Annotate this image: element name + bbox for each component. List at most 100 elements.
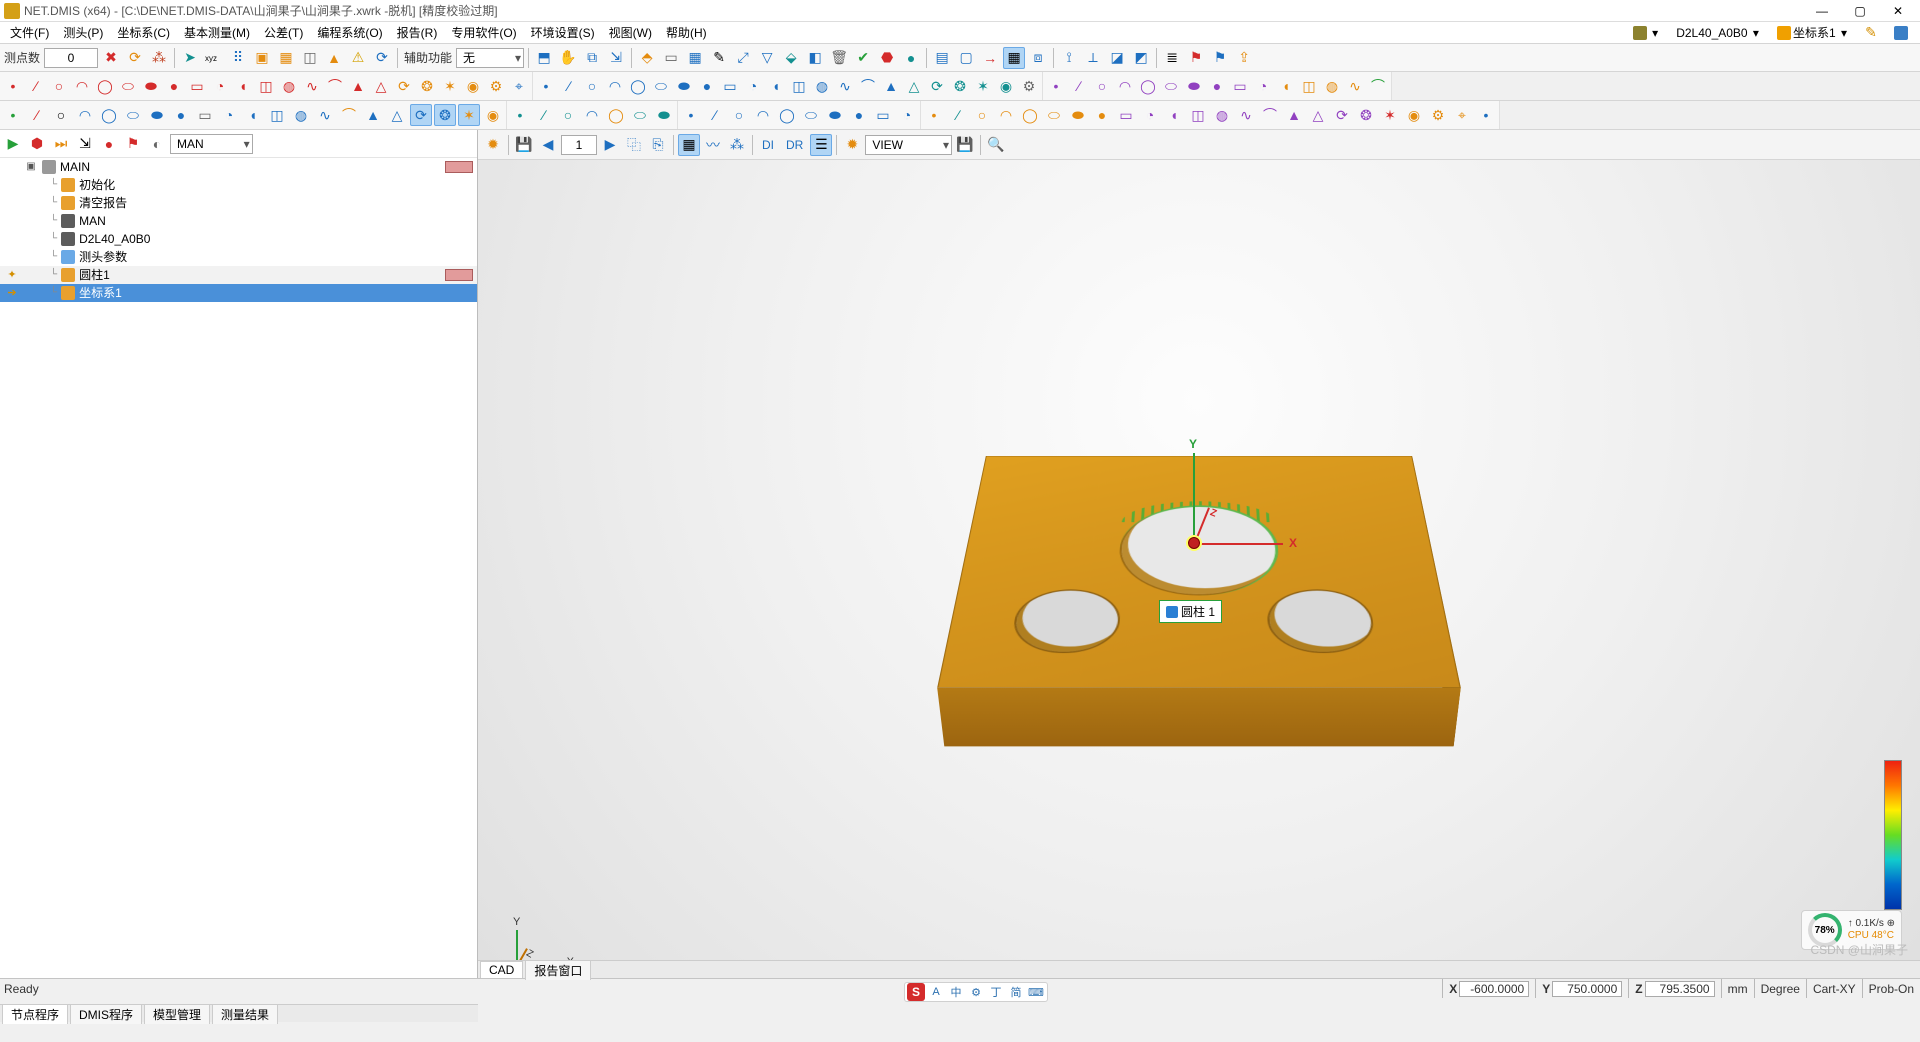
save2-icon[interactable]: 💾 — [954, 134, 976, 156]
cluster2-icon[interactable]: ⁂ — [726, 134, 748, 156]
intx-icon[interactable]: ● — [1091, 104, 1113, 126]
dim-ln-icon[interactable]: ∕ — [1068, 75, 1090, 97]
cone-c-icon[interactable]: ◖ — [1275, 75, 1297, 97]
blob-icon[interactable]: ✶ — [439, 75, 461, 97]
cs-7-icon[interactable]: ◖ — [242, 104, 264, 126]
prof1-icon[interactable]: ⌒ — [1259, 104, 1281, 126]
flag-icon[interactable]: ⚑ — [1185, 47, 1207, 69]
cube-icon[interactable]: ◫ — [255, 75, 277, 97]
sphere-mode-icon[interactable]: ◐ — [146, 133, 168, 155]
paste-view-icon[interactable]: ⎘ — [647, 134, 669, 156]
pos-icon[interactable]: △ — [1307, 104, 1329, 126]
menu-item-10[interactable]: 帮助(H) — [660, 22, 713, 43]
conc1-icon[interactable]: ◫ — [1187, 104, 1209, 126]
dim-line-icon[interactable]: ∕ — [558, 75, 580, 97]
status-unit-deg[interactable]: Degree — [1754, 979, 1806, 998]
box-icon[interactable]: ▣ — [251, 47, 273, 69]
ang-icon[interactable]: ◠ — [995, 104, 1017, 126]
arc-b-icon[interactable]: ◠ — [604, 75, 626, 97]
line-icon[interactable]: ∕ — [25, 75, 47, 97]
skip-icon[interactable]: ⏭ — [50, 133, 72, 155]
db-t-icon[interactable]: ∕ — [533, 104, 555, 126]
cs-3-icon[interactable]: ⬭ — [122, 104, 144, 126]
arc-c-icon[interactable]: ◠ — [1114, 75, 1136, 97]
shell2-icon[interactable]: ∕ — [704, 104, 726, 126]
close-button[interactable]: ✕ — [1880, 4, 1916, 18]
copy-view-icon[interactable]: ⿻ — [623, 134, 645, 156]
cone-v-icon[interactable]: ▽ — [756, 47, 778, 69]
circ-c-icon[interactable]: △ — [903, 75, 925, 97]
sphere-icon[interactable]: ● — [163, 75, 185, 97]
overlay-a-icon[interactable]: ▦ — [678, 134, 700, 156]
slot-e-icon[interactable]: ⬬ — [1183, 75, 1205, 97]
shell6-icon[interactable]: ⬭ — [800, 104, 822, 126]
cube-icon[interactable]: ◫ — [299, 47, 321, 69]
cs-6-icon[interactable]: ◔ — [218, 104, 240, 126]
point-icon[interactable]: • — [2, 75, 24, 97]
cone-b-icon[interactable]: ∿ — [834, 75, 856, 97]
ime-btn-6[interactable]: ⌨ — [1027, 983, 1045, 1001]
label-icon[interactable]: ◉ — [1403, 104, 1425, 126]
init-icon[interactable]: • — [2, 104, 24, 126]
rect-d-icon[interactable]: ○ — [971, 104, 993, 126]
ell-b-icon[interactable]: ◯ — [627, 75, 649, 97]
maximize-button[interactable]: ▢ — [1842, 4, 1878, 18]
cad-model[interactable] — [937, 456, 1461, 688]
box-v-icon[interactable]: ◧ — [804, 47, 826, 69]
measure-tool-icon[interactable]: ⇲ — [74, 133, 96, 155]
ime-btn-2[interactable]: 中 — [947, 983, 965, 1001]
drum-icon[interactable]: ○ — [557, 104, 579, 126]
cyl-c-icon[interactable]: ◔ — [1252, 75, 1274, 97]
dotgrid-icon[interactable]: ⠿ — [227, 47, 249, 69]
shell-icon[interactable]: ⌒ — [1367, 75, 1389, 97]
iso-b-icon[interactable]: ◩ — [1130, 47, 1152, 69]
rect-c-icon[interactable]: ● — [1206, 75, 1228, 97]
shell7-icon[interactable]: ⬬ — [824, 104, 846, 126]
plane-b-icon[interactable]: ● — [696, 75, 718, 97]
slot2-icon[interactable]: ⬬ — [140, 75, 162, 97]
program-tree[interactable]: ▣MAIN└ 初始化└ 清空报告└ MAN└ D2L40_A0B0└ 测头参数✦… — [0, 158, 477, 978]
dim-point-icon[interactable]: • — [535, 75, 557, 97]
ime-btn-4[interactable]: 丁 — [987, 983, 1005, 1001]
scatter-icon[interactable]: ⁂ — [148, 47, 170, 69]
dim-pt-icon[interactable]: • — [1045, 75, 1067, 97]
mode-combo[interactable]: MAN — [170, 134, 253, 154]
tree-root[interactable]: ▣MAIN — [0, 158, 477, 176]
ime-btn-1[interactable]: A — [927, 983, 945, 1001]
flag2-icon[interactable]: ⚑ — [122, 133, 144, 155]
gift-icon[interactable]: ▦ — [275, 47, 297, 69]
perp-icon[interactable]: ◔ — [1139, 104, 1161, 126]
grp-icon[interactable]: ◯ — [605, 104, 627, 126]
conc2-icon[interactable]: ◍ — [1211, 104, 1233, 126]
menu-item-0[interactable]: 文件(F) — [4, 22, 55, 43]
tri-c-icon[interactable]: ◫ — [1298, 75, 1320, 97]
cs-10-icon[interactable]: ∿ — [314, 104, 336, 126]
probe-select[interactable]: D2L40_A0B0 ▾ — [1671, 23, 1764, 43]
ime-btn-3[interactable]: ⚙ — [967, 983, 985, 1001]
line-d-icon[interactable]: ⬬ — [1067, 104, 1089, 126]
view-combo[interactable]: VIEW — [865, 135, 952, 155]
perf-widget[interactable]: 78% ↑ 0.1K/s ⊕ CPU 48°C — [1801, 910, 1902, 950]
export-icon[interactable]: ⇪ — [1233, 47, 1255, 69]
dim-label-icon[interactable]: ⚙ — [1427, 104, 1449, 126]
cs-15-icon[interactable]: ❂ — [434, 104, 456, 126]
layers-icon[interactable]: ≣ — [1161, 47, 1183, 69]
wand-icon[interactable]: ✎ — [1860, 22, 1882, 44]
arc-icon[interactable]: ◠ — [71, 75, 93, 97]
runout-icon[interactable]: ▲ — [1283, 104, 1305, 126]
cs-16-icon[interactable]: ✶ — [458, 104, 480, 126]
cyl-v-icon[interactable]: ⬙ — [780, 47, 802, 69]
par-icon[interactable]: ◯ — [1019, 104, 1041, 126]
cluster-icon[interactable]: ✹ — [482, 134, 504, 156]
cone-icon[interactable]: ◔ — [209, 75, 231, 97]
cs-1-icon[interactable]: ◠ — [74, 104, 96, 126]
blade-icon[interactable]: ∿ — [1344, 75, 1366, 97]
sym-icon[interactable]: ∿ — [1235, 104, 1257, 126]
save-view-icon[interactable]: 💾 — [513, 134, 535, 156]
tree-item-3[interactable]: └ D2L40_A0B0 — [0, 230, 477, 248]
warning-icon[interactable]: ⚠ — [347, 47, 369, 69]
slot-d-icon[interactable]: ⬭ — [1160, 75, 1182, 97]
tree-item-1[interactable]: └ 清空报告 — [0, 194, 477, 212]
ime-btn-5[interactable]: 简 — [1007, 983, 1025, 1001]
rec-dot-icon[interactable]: ● — [98, 133, 120, 155]
